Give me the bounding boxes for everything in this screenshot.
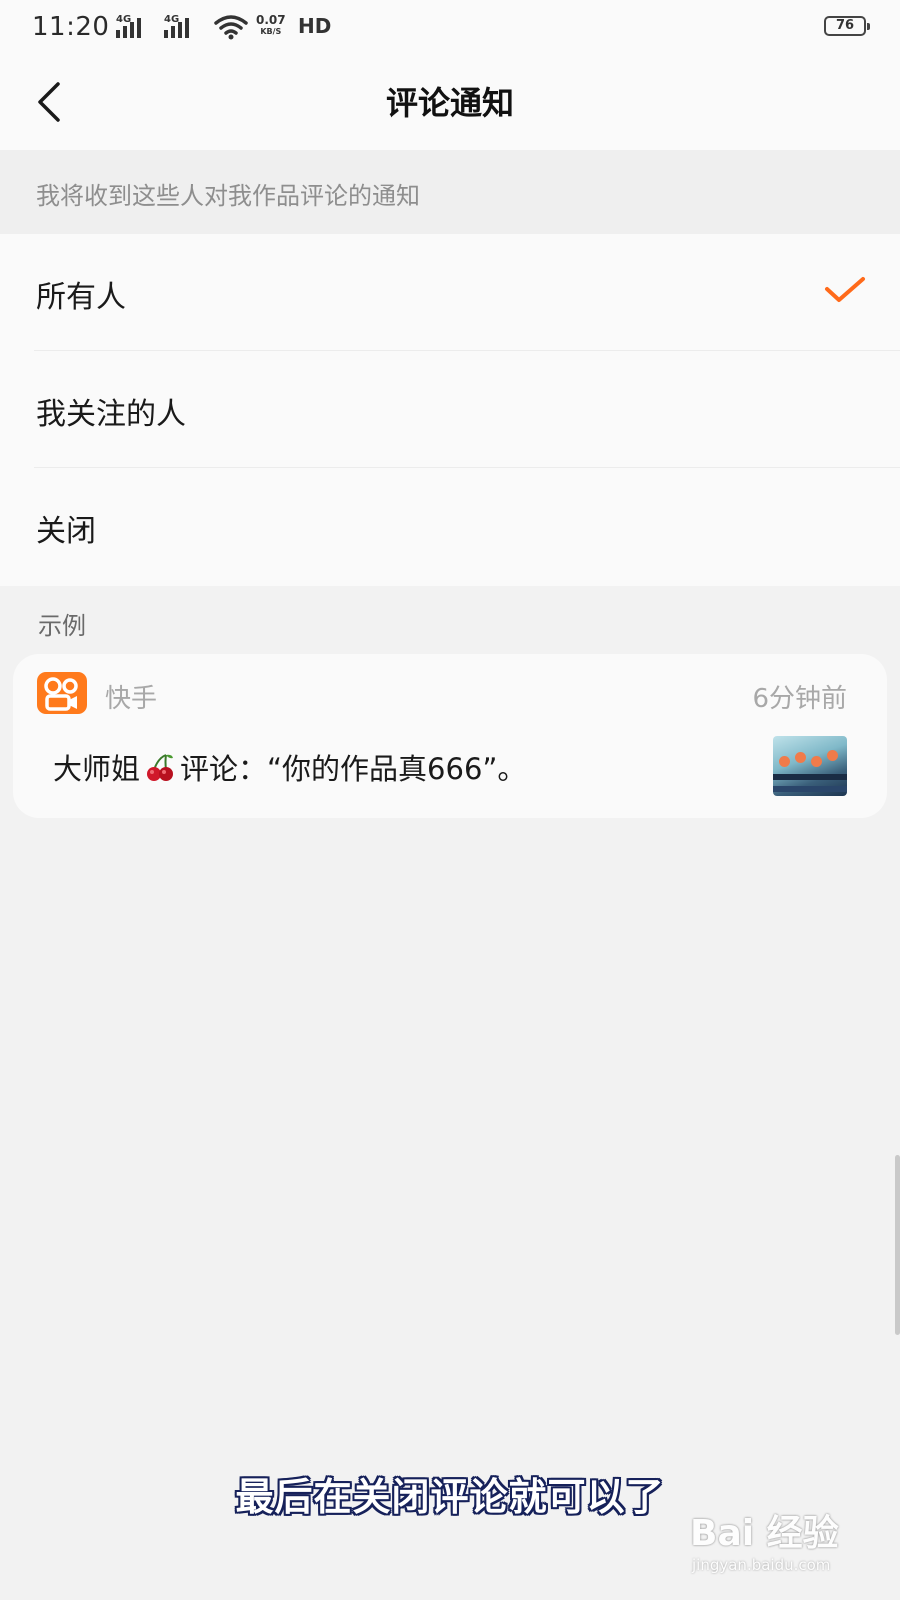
option-label: 我关注的人 bbox=[36, 397, 186, 432]
work-thumbnail bbox=[773, 736, 847, 796]
option-list: 所有人 我关注的人 关闭 bbox=[0, 234, 900, 586]
nav-bar: 评论通知 bbox=[0, 54, 900, 150]
scrollbar[interactable] bbox=[895, 1155, 900, 1335]
notification-message: 评论：“你的作品真666”。 bbox=[180, 752, 527, 786]
status-bar: 11:20 4G 4G 0.07 KB/S HD 76 bbox=[0, 0, 900, 54]
screen: 11:20 4G 4G 0.07 KB/S HD 76 评论通知 我将收到这些人… bbox=[0, 0, 900, 1600]
network-speed: 0.07 KB/S bbox=[256, 14, 286, 38]
notification-time: 6分钟前 bbox=[752, 684, 847, 714]
speed-value: 0.07 bbox=[256, 13, 286, 27]
option-following[interactable]: 我关注的人 bbox=[0, 351, 900, 468]
app-name: 快手 bbox=[105, 684, 158, 714]
page-title: 评论通知 bbox=[385, 84, 514, 122]
option-label: 所有人 bbox=[36, 280, 126, 315]
example-notification-card: 快手 6分钟前 大师姐 评论：“你的作品真666”。 bbox=[13, 654, 887, 818]
network-type-2: 4G bbox=[164, 14, 180, 25]
hd-indicator: HD bbox=[298, 14, 332, 38]
network-type-1: 4G bbox=[116, 14, 132, 25]
wifi-icon bbox=[214, 15, 248, 40]
sender-name: 大师姐 bbox=[53, 752, 141, 786]
speed-unit: KB/S bbox=[260, 27, 282, 36]
option-label: 关闭 bbox=[36, 514, 96, 549]
notification-text: 大师姐 评论：“你的作品真666”。 bbox=[53, 746, 526, 788]
checkmark-icon bbox=[825, 277, 865, 302]
example-label: 示例 bbox=[38, 612, 86, 640]
status-time: 11:20 bbox=[32, 12, 110, 42]
watermark-logo: Bai 经验 bbox=[690, 1513, 839, 1554]
cherry-icon bbox=[147, 754, 174, 781]
section-description-text: 我将收到这些人对我作品评论的通知 bbox=[36, 182, 420, 210]
kuaishou-app-icon bbox=[37, 672, 87, 714]
section-description: 我将收到这些人对我作品评论的通知 bbox=[0, 150, 900, 234]
battery-icon: 76 bbox=[824, 16, 870, 36]
option-off[interactable]: 关闭 bbox=[0, 468, 900, 585]
baidu-jingyan-watermark: Bai 经验 jingyan.baidu.com bbox=[690, 1500, 870, 1590]
watermark-url: jingyan.baidu.com bbox=[692, 1556, 831, 1574]
option-everyone[interactable]: 所有人 bbox=[0, 234, 900, 351]
